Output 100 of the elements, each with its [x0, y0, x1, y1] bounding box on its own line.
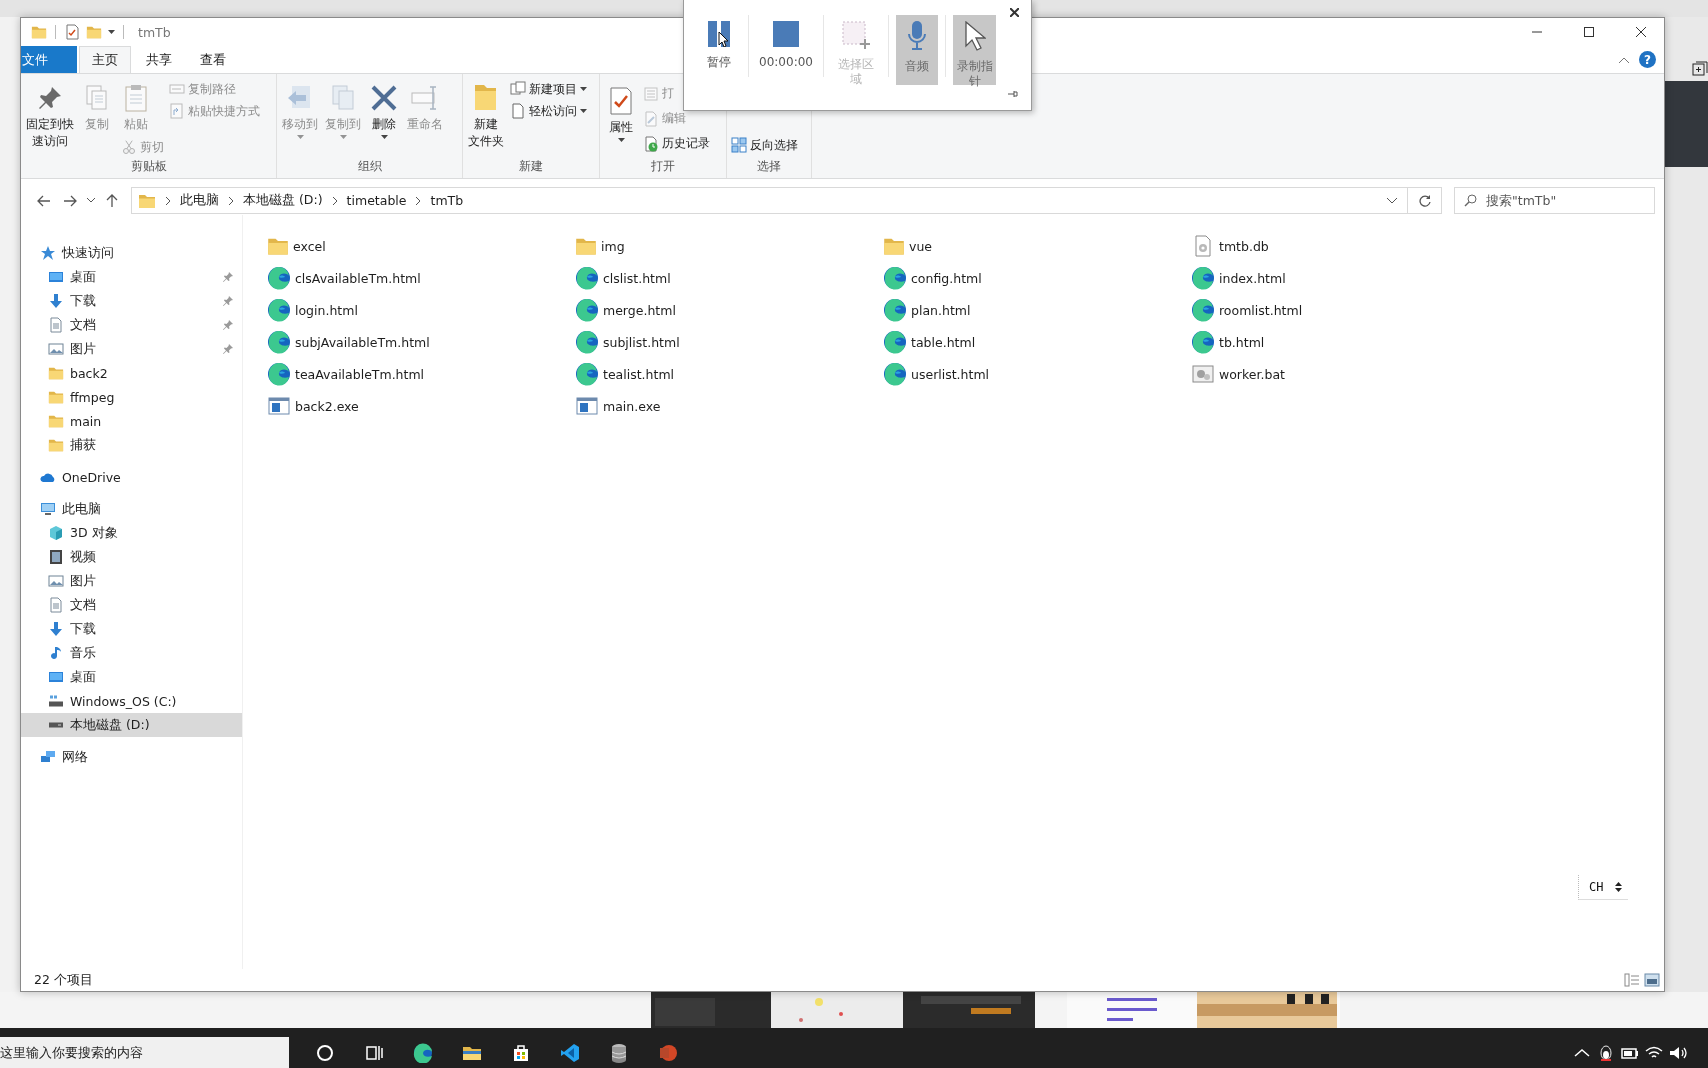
- ribbon-tab[interactable]: 查看: [187, 46, 239, 73]
- arrow-left-icon: [37, 194, 51, 207]
- file-item[interactable]: tmtb.db: [1191, 230, 1499, 262]
- edge-icon: [575, 298, 599, 322]
- file-item[interactable]: index.html: [1191, 262, 1499, 294]
- page-icon: [510, 103, 526, 119]
- ribbon-button[interactable]: 轻松访问: [508, 100, 589, 122]
- breadcrumb-item[interactable]: tmTb: [430, 193, 464, 208]
- file-item[interactable]: roomlist.html: [1191, 294, 1499, 326]
- stop-icon: [773, 21, 799, 47]
- nav-item[interactable]: 3D 对象: [21, 521, 242, 545]
- taskbar-search-field[interactable]: 这里输入你要搜索的内容: [0, 1037, 289, 1068]
- recorder-button[interactable]: 暂停: [696, 15, 741, 85]
- file-item[interactable]: userlist.html: [883, 358, 1191, 390]
- drive-icon: [48, 695, 64, 707]
- nav-item[interactable]: OneDrive: [21, 465, 242, 489]
- ribbon-button[interactable]: 属性: [602, 81, 640, 142]
- add-tab-icon: [1692, 61, 1708, 77]
- file-item[interactable]: img: [575, 230, 883, 262]
- edge-icon: [883, 266, 907, 290]
- nav-item[interactable]: 文档: [21, 313, 242, 337]
- program-window-icon: [575, 394, 599, 418]
- breadcrumb-item[interactable]: timetable: [346, 193, 407, 208]
- file-item[interactable]: clsAvailableTm.html: [267, 262, 575, 294]
- nav-item[interactable]: 捕获: [21, 433, 242, 457]
- file-item[interactable]: subjAvailableTm.html: [267, 326, 575, 358]
- file-item[interactable]: subjlist.html: [575, 326, 883, 358]
- nav-item[interactable]: 桌面: [21, 265, 242, 289]
- file-item[interactable]: main.exe: [575, 390, 883, 422]
- status-text: 22 个项目: [34, 971, 94, 989]
- file-item[interactable]: table.html: [883, 326, 1191, 358]
- nav-item[interactable]: Windows_OS (C:): [21, 689, 242, 713]
- file-item[interactable]: tealist.html: [575, 358, 883, 390]
- ribbon-button[interactable]: 历史记录: [641, 131, 712, 156]
- nav-item[interactable]: 下载: [21, 617, 242, 641]
- file-item[interactable]: vue: [883, 230, 1191, 262]
- file-item[interactable]: worker.bat: [1191, 358, 1499, 390]
- ribbon-button[interactable]: 反向选择: [729, 134, 800, 156]
- nav-item[interactable]: 本地磁盘 (D:): [21, 713, 242, 737]
- nav-item[interactable]: 网络: [21, 745, 242, 769]
- search-field[interactable]: 搜索"tmTb": [1454, 187, 1655, 214]
- folder-icon: [86, 24, 102, 40]
- ribbon-tab[interactable]: 文件: [21, 46, 77, 73]
- ribbon-tab[interactable]: 主页: [79, 46, 131, 73]
- folder-icon: [31, 24, 47, 40]
- edge-icon: [1191, 266, 1215, 290]
- spinner-arrows-icon: [1615, 881, 1623, 893]
- ribbon-button[interactable]: 新建 文件夹: [465, 78, 507, 150]
- folder-icon: [48, 365, 64, 381]
- nav-item[interactable]: 文档: [21, 593, 242, 617]
- file-item[interactable]: back2.exe: [267, 390, 575, 422]
- pin-icon: [223, 272, 233, 282]
- nav-item[interactable]: main: [21, 409, 242, 433]
- presentation-icon: [657, 1042, 678, 1063]
- breadcrumb-item[interactable]: 本地磁盘 (D:): [243, 192, 323, 209]
- folder-icon: [48, 437, 64, 453]
- nav-item[interactable]: 音乐: [21, 641, 242, 665]
- collapse-ribbon-button[interactable]: [1619, 56, 1629, 63]
- recorder-button[interactable]: 00:00:00: [756, 15, 816, 85]
- file-item[interactable]: excel: [267, 230, 575, 262]
- language-indicator[interactable]: CH: [1589, 880, 1604, 894]
- large-icons-view-button[interactable]: [1644, 973, 1660, 987]
- file-item[interactable]: plan.html: [883, 294, 1191, 326]
- file-item[interactable]: clslist.html: [575, 262, 883, 294]
- group-label: 新建: [518, 158, 544, 175]
- nav-item[interactable]: 下载: [21, 289, 242, 313]
- file-item[interactable]: merge.html: [575, 294, 883, 326]
- ribbon-button[interactable]: 删除: [365, 78, 403, 139]
- nav-item[interactable]: 桌面: [21, 665, 242, 689]
- image-icon: [48, 341, 64, 357]
- ribbon-tab[interactable]: 共享: [133, 46, 185, 73]
- ribbon-button[interactable]: 新建项目: [508, 78, 589, 100]
- nav-item[interactable]: back2: [21, 361, 242, 385]
- pin-button[interactable]: [1008, 90, 1018, 98]
- nav-item[interactable]: 图片: [21, 337, 242, 361]
- computer-icon: [40, 501, 56, 517]
- file-item[interactable]: config.html: [883, 262, 1191, 294]
- dropdown-icon: [108, 30, 115, 34]
- edge-icon: [883, 362, 907, 386]
- nav-item[interactable]: ffmpeg: [21, 385, 242, 409]
- help-button[interactable]: ?: [1639, 51, 1656, 68]
- file-item[interactable]: login.html: [267, 294, 575, 326]
- breadcrumb-item[interactable]: 此电脑: [180, 192, 219, 209]
- arrow-up-icon: [106, 193, 118, 208]
- nav-item[interactable]: 此电脑: [21, 497, 242, 521]
- file-item[interactable]: tb.html: [1191, 326, 1499, 358]
- file-item[interactable]: teaAvailableTm.html: [267, 358, 575, 390]
- refresh-button[interactable]: [1408, 187, 1442, 214]
- edge-icon: [1191, 330, 1215, 354]
- caret-icon: [296, 135, 304, 139]
- properties-icon: [64, 24, 80, 40]
- nav-item[interactable]: 视频: [21, 545, 242, 569]
- nav-item[interactable]: 图片: [21, 569, 242, 593]
- address-bar[interactable]: 此电脑 本地磁盘 (D:) timetable tmTb: [131, 187, 1408, 214]
- refresh-icon: [1418, 194, 1431, 207]
- nav-item[interactable]: 快速访问: [21, 241, 242, 265]
- caret-icon: [617, 138, 625, 142]
- code-editor-icon: [559, 1042, 580, 1063]
- ribbon-button[interactable]: 固定到快 速访问: [23, 78, 77, 150]
- close-button[interactable]: [1010, 8, 1019, 17]
